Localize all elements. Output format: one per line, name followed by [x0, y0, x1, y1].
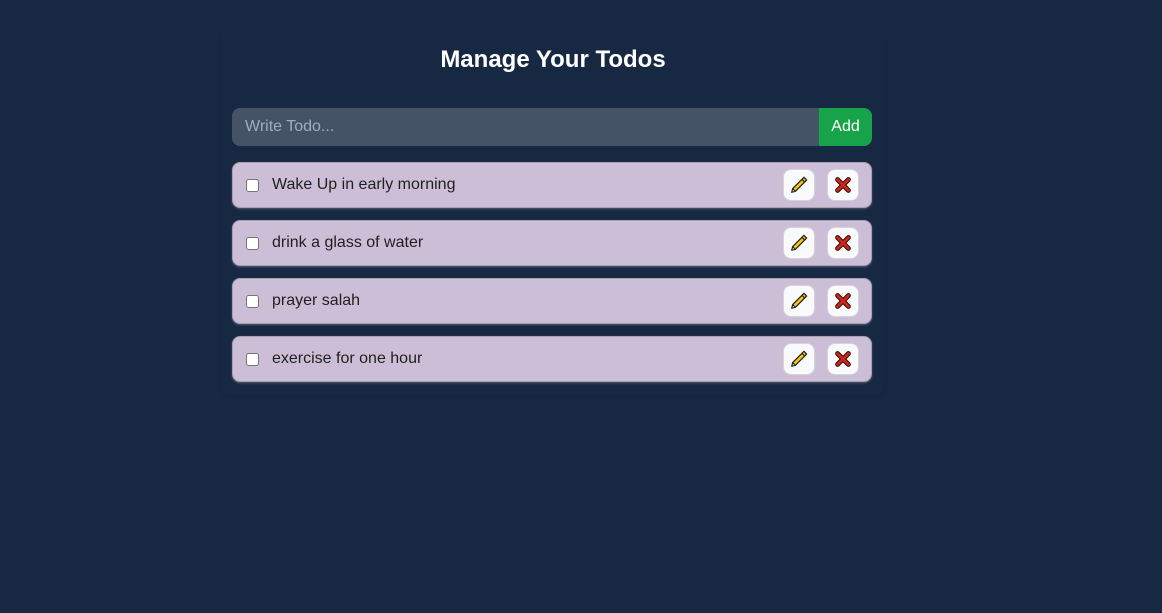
todo-checkbox[interactable]	[246, 352, 259, 366]
x-icon	[834, 292, 852, 310]
todo-text: prayer salah	[272, 292, 361, 309]
todo-text: Wake Up in early morning	[272, 176, 456, 193]
todo-checkbox[interactable]	[246, 294, 259, 308]
todo-list: Wake Up in early morning drink a glass o…	[232, 162, 872, 394]
pencil-icon	[790, 350, 808, 368]
todo-item: drink a glass of water	[232, 220, 872, 266]
delete-button[interactable]	[827, 285, 859, 317]
todo-input[interactable]	[232, 108, 819, 146]
todo-checkbox[interactable]	[246, 178, 259, 192]
delete-button[interactable]	[827, 343, 859, 375]
todo-item: exercise for one hour	[232, 336, 872, 382]
x-icon	[834, 176, 852, 194]
edit-button[interactable]	[783, 285, 815, 317]
todo-text: exercise for one hour	[272, 350, 423, 367]
todo-text: drink a glass of water	[272, 234, 424, 251]
pencil-icon	[790, 292, 808, 310]
todo-item: Wake Up in early morning	[232, 162, 872, 208]
pencil-icon	[790, 176, 808, 194]
pencil-icon	[790, 234, 808, 252]
page-title: Manage Your Todos	[440, 46, 666, 73]
edit-button[interactable]	[783, 227, 815, 259]
x-icon	[834, 234, 852, 252]
todo-app-container: Manage Your Todos Add Wake Up in early m…	[222, 30, 884, 395]
edit-button[interactable]	[783, 169, 815, 201]
todo-checkbox[interactable]	[246, 236, 259, 250]
edit-button[interactable]	[783, 343, 815, 375]
delete-button[interactable]	[827, 227, 859, 259]
add-todo-form: Add	[232, 108, 872, 146]
todo-item: prayer salah	[232, 278, 872, 324]
x-icon	[834, 350, 852, 368]
add-button[interactable]: Add	[819, 108, 872, 146]
delete-button[interactable]	[827, 169, 859, 201]
